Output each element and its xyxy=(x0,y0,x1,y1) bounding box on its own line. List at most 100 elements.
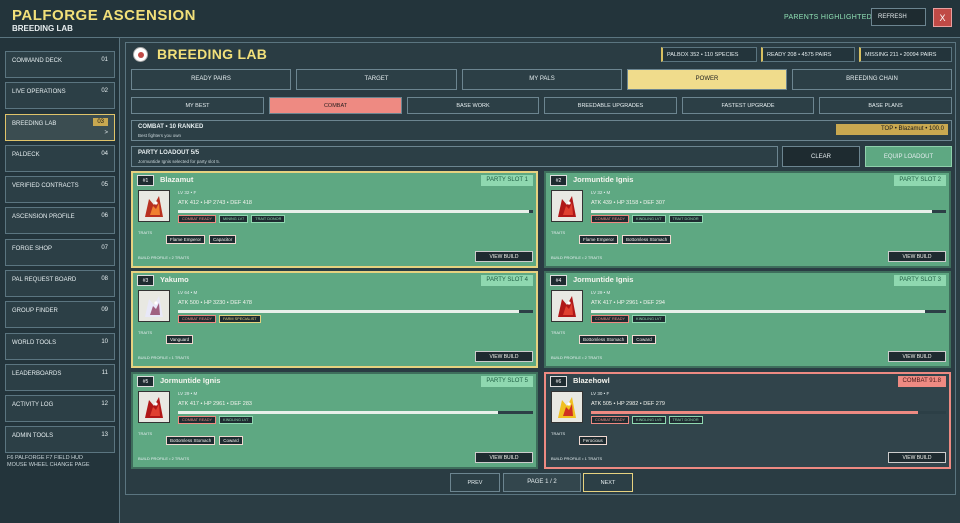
pal-trait: Ferocious xyxy=(579,436,607,445)
pal-card[interactable]: #6 Blazehowl COMBAT 91.8 LV 30 • F ATK 505 •… xyxy=(544,372,951,469)
tab-breeding-chain[interactable]: BREEDING CHAIN xyxy=(792,69,952,90)
sidebar-item-number: 13 xyxy=(101,432,108,438)
tab-my-pals[interactable]: MY PALS xyxy=(462,69,622,90)
pal-card[interactable]: #5 Jormuntide Ignis PARTY SLOT 5 LV 29 • M A… xyxy=(131,372,538,469)
traits-label: TRAITS xyxy=(551,431,566,436)
equip-loadout-button[interactable]: EQUIP LOADOUT xyxy=(865,146,952,167)
missing-stat-chip: MISSING 211 • 20094 PAIRS xyxy=(859,47,952,62)
parents-highlighted-toggle[interactable]: PARENTS HIGHLIGHTED xyxy=(784,14,872,21)
pal-name: Yakumo xyxy=(160,275,189,284)
traits-label: TRAITS xyxy=(138,431,153,436)
close-button[interactable]: X xyxy=(933,8,952,27)
next-page-button[interactable]: NEXT xyxy=(583,473,633,492)
sidebar-item-label: ASCENSION PROFILE xyxy=(12,214,75,220)
top-bar: PALFORGE ASCENSION BREEDING LAB PARENTS … xyxy=(0,0,960,38)
clear-button[interactable]: CLEAR xyxy=(782,146,860,167)
pal-stats: ATK 417 • HP 2961 • DEF 283 xyxy=(178,401,252,407)
trait-row: Flame Emperor Capacitor xyxy=(166,228,240,246)
pal-meta: LV 30 • F xyxy=(591,391,610,396)
prev-page-button[interactable]: PREV xyxy=(450,473,500,492)
sidebar-item-verified-contracts[interactable]: VERIFIED CONTRACTS 05 xyxy=(5,176,115,203)
pal-stats: ATK 417 • HP 2961 • DEF 294 xyxy=(591,300,665,306)
party-loadout-bar: PARTY LOADOUT 5/5 Jormuntide Ignis selec… xyxy=(131,146,778,167)
traits-label: TRAITS xyxy=(551,330,566,335)
pal-meta: LV 64 • M xyxy=(178,290,198,295)
view-build-button[interactable]: VIEW BUILD xyxy=(888,452,946,463)
app-subtitle: BREEDING LAB xyxy=(12,24,73,33)
pal-trait: Vanguard xyxy=(166,335,194,344)
sidebar-item-number: 08 xyxy=(101,276,108,282)
rank-badge: #1 xyxy=(137,175,154,186)
pal-portrait-icon xyxy=(551,391,583,423)
sidebar: COMMAND DECK 01 LIVE OPERATIONS 02 BREEDIN… xyxy=(0,38,120,523)
pal-portrait-icon xyxy=(138,290,170,322)
pal-portrait-icon xyxy=(138,190,170,222)
party-slot-badge: PARTY SLOT 1 xyxy=(481,175,533,186)
party-slot-badge: PARTY SLOT 3 xyxy=(894,275,946,286)
pal-name: Jormuntide Ignis xyxy=(160,376,221,385)
sidebar-item-world-tools[interactable]: WORLD TOOLS 10 xyxy=(5,333,115,360)
subtab-my-best[interactable]: MY BEST xyxy=(131,97,264,114)
sidebar-item-group-finder[interactable]: GROUP FINDER 09 xyxy=(5,301,115,328)
pal-name: Blazamut xyxy=(160,175,194,184)
sidebar-item-live-operations[interactable]: LIVE OPERATIONS 02 xyxy=(5,82,115,109)
tab-power[interactable]: POWER xyxy=(627,69,787,90)
power-bar-fill xyxy=(178,411,498,414)
sidebar-item-ascension-profile[interactable]: ASCENSION PROFILE 06 xyxy=(5,207,115,234)
pal-trait: Flame Emperor xyxy=(166,235,206,244)
pal-card[interactable]: #1 Blazamut PARTY SLOT 1 LV 32 • F ATK 412 •… xyxy=(131,171,538,268)
view-build-button[interactable]: VIEW BUILD xyxy=(475,452,533,463)
sidebar-item-number: 03 xyxy=(93,118,108,126)
build-profile: BUILD PROFILE • 2 TRAITS xyxy=(138,456,190,461)
view-build-button[interactable]: VIEW BUILD xyxy=(475,351,533,362)
pal-tag: COMBAT READY xyxy=(178,416,217,424)
party-slot-badge: PARTY SLOT 5 xyxy=(481,376,533,387)
sidebar-item-number: 10 xyxy=(101,339,108,345)
sidebar-item-breeding-lab[interactable]: BREEDING LAB 03 > xyxy=(5,114,115,141)
tag-row: COMBAT READY KINDLING LV7 TRAIT DONOR xyxy=(591,215,706,224)
pal-name: Jormuntide Ignis xyxy=(573,175,634,184)
sidebar-item-forge-shop[interactable]: FORGE SHOP 07 xyxy=(5,239,115,266)
sidebar-item-paldeck[interactable]: PALDECK 04 xyxy=(5,145,115,172)
pal-name: Jormuntide Ignis xyxy=(573,275,634,284)
traits-label: TRAITS xyxy=(551,230,566,235)
power-bar xyxy=(591,310,946,313)
pal-card[interactable]: #4 Jormuntide Ignis PARTY SLOT 3 LV 29 • M A… xyxy=(544,271,951,368)
rank-badge: #2 xyxy=(550,175,567,186)
pal-tag: COMBAT READY xyxy=(591,416,630,424)
trait-row: Vanguard xyxy=(166,328,197,346)
tab-ready-pairs[interactable]: READY PAIRS xyxy=(131,69,291,90)
sidebar-item-pal-request-board[interactable]: PAL REQUEST BOARD 08 xyxy=(5,270,115,297)
view-build-button[interactable]: VIEW BUILD xyxy=(888,251,946,262)
pal-trait: Flame Emperor xyxy=(579,235,619,244)
view-build-button[interactable]: VIEW BUILD xyxy=(888,351,946,362)
pal-tag: FARM SPECIALIST xyxy=(219,315,261,323)
subtab-base-plans[interactable]: BASE PLANS xyxy=(819,97,952,114)
sidebar-item-admin-tools[interactable]: ADMIN TOOLS 13 xyxy=(5,426,115,453)
pal-tag: KINDLING LV7 xyxy=(632,215,666,223)
pal-meta: LV 32 • F xyxy=(178,190,197,195)
party-slot-badge: PARTY SLOT 4 xyxy=(481,275,533,286)
subtab-base-work[interactable]: BASE WORK xyxy=(407,97,539,114)
tab-target[interactable]: TARGET xyxy=(296,69,457,90)
sidebar-item-label: GROUP FINDER xyxy=(12,308,58,314)
trait-row: Bottomless Stomach Coward xyxy=(166,429,247,447)
pal-card[interactable]: #3 Yakumo PARTY SLOT 4 LV 64 • M ATK 500 • H… xyxy=(131,271,538,368)
sidebar-item-activity-log[interactable]: ACTIVITY LOG 12 xyxy=(5,395,115,422)
sidebar-item-leaderboards[interactable]: LEADERBOARDS 11 xyxy=(5,364,115,391)
subtab-breedable-upgrades[interactable]: BREEDABLE UPGRADES xyxy=(544,97,677,114)
sidebar-item-number: 06 xyxy=(101,213,108,219)
sidebar-item-number: 07 xyxy=(101,245,108,251)
view-build-button[interactable]: VIEW BUILD xyxy=(475,251,533,262)
pal-card[interactable]: #2 Jormuntide Ignis PARTY SLOT 2 LV 32 • M A… xyxy=(544,171,951,268)
pal-portrait-icon xyxy=(551,190,583,222)
hotkey-hint: MOUSE WHEEL CHANGE PAGE xyxy=(7,462,90,468)
pal-tag: TRAIT DONOR xyxy=(251,215,286,223)
sidebar-item-command-deck[interactable]: COMMAND DECK 01 xyxy=(5,51,115,78)
subtab-fastest-upgrade[interactable]: FASTEST UPGRADE xyxy=(682,97,814,114)
refresh-button[interactable]: REFRESH xyxy=(871,8,926,26)
subtab-combat[interactable]: COMBAT xyxy=(269,97,402,114)
power-bar-fill xyxy=(178,310,519,313)
sidebar-item-label: PALDECK xyxy=(12,152,40,158)
sidebar-item-label: LEADERBOARDS xyxy=(12,371,62,377)
